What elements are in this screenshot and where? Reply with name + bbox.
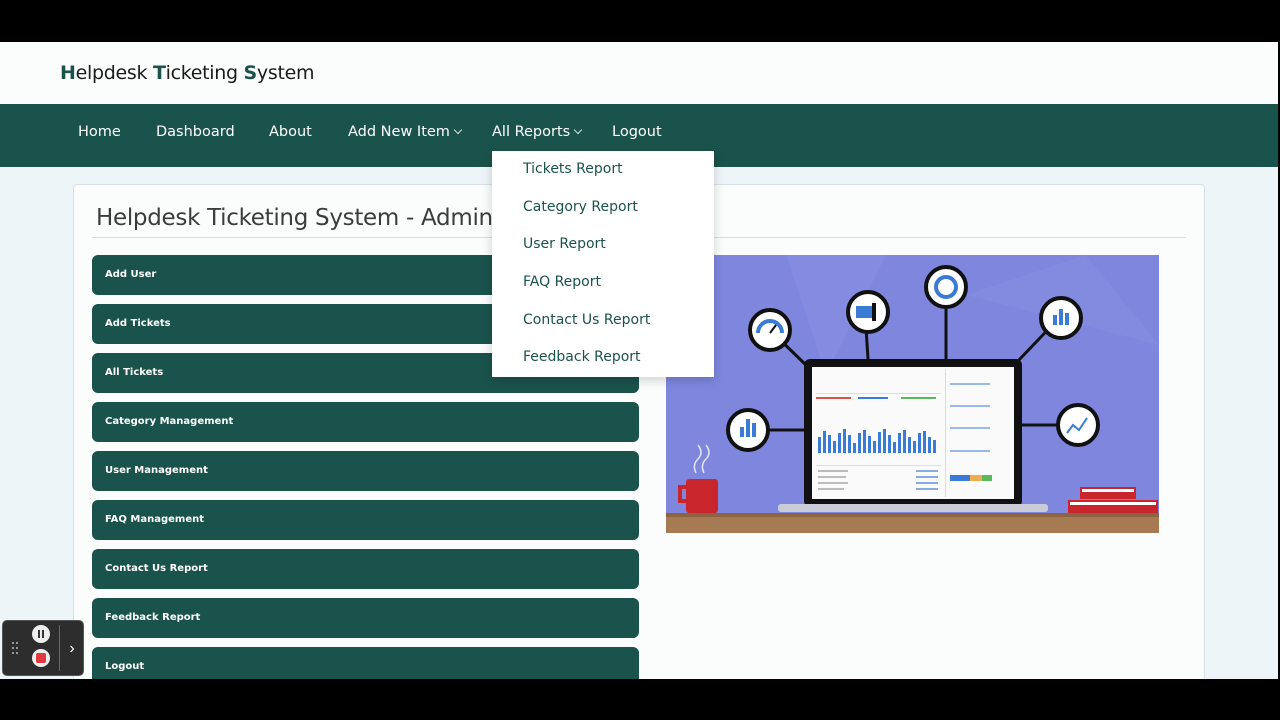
brand-letter-s: S [243, 62, 258, 84]
laptop-icon [778, 359, 1048, 512]
dropdown-item-feedback-report[interactable]: Feedback Report [492, 347, 714, 385]
faq-management-button[interactable]: FAQ Management [92, 500, 639, 540]
nav-logout[interactable]: Logout [612, 124, 662, 140]
dropdown-item-contact-us-report[interactable]: Contact Us Report [492, 310, 714, 348]
bar-chart-icon [1039, 296, 1083, 340]
all-reports-dropdown: Tickets Report Category Report User Repo… [492, 151, 714, 377]
dropdown-item-user-report[interactable]: User Report [492, 234, 714, 272]
brand-text-1: elpdesk [75, 62, 153, 84]
stop-icon[interactable] [32, 649, 50, 667]
donut-icon [924, 265, 968, 309]
brand-letter-t: T [152, 62, 166, 84]
nav-dashboard[interactable]: Dashboard [156, 124, 235, 140]
chevron-right-icon[interactable]: › [65, 639, 79, 659]
gauge-icon [748, 308, 792, 352]
user-management-button[interactable]: User Management [92, 451, 639, 491]
feedback-report-button[interactable]: Feedback Report [92, 598, 639, 638]
analytics-illustration [666, 255, 1159, 533]
chevron-down-icon [453, 125, 463, 135]
top-header: Helpdesk Ticketing System [0, 42, 1278, 104]
hero-illustration [666, 255, 1159, 533]
nav-about[interactable]: About [269, 124, 312, 140]
line-chart-icon [1056, 403, 1100, 447]
nav-all-reports-label: All Reports [492, 124, 571, 140]
app-screen: Helpdesk Ticketing System Home Dashboard… [0, 42, 1278, 679]
brand-text-2: icketing [165, 62, 244, 84]
bar-chart-icon [726, 408, 770, 452]
dropdown-item-category-report[interactable]: Category Report [492, 197, 714, 235]
dropdown-item-tickets-report[interactable]: Tickets Report [492, 159, 714, 197]
screen-recorder-widget: › [2, 620, 84, 676]
nav-all-reports[interactable]: All Reports [492, 124, 583, 140]
toggle-icon [846, 290, 890, 334]
nav-add-new-item[interactable]: Add New Item [348, 124, 463, 140]
logout-button[interactable]: Logout [92, 647, 639, 679]
nav-home[interactable]: Home [78, 124, 121, 140]
nav-add-new-item-label: Add New Item [348, 124, 450, 140]
divider [59, 625, 60, 671]
brand-logo[interactable]: Helpdesk Ticketing System [60, 62, 315, 84]
chevron-down-icon [573, 125, 583, 135]
drag-handle-icon[interactable] [12, 642, 20, 656]
dropdown-item-faq-report[interactable]: FAQ Report [492, 272, 714, 310]
contact-us-report-button[interactable]: Contact Us Report [92, 549, 639, 589]
category-management-button[interactable]: Category Management [92, 402, 639, 442]
brand-text-3: ystem [256, 62, 315, 84]
pause-icon[interactable] [32, 625, 50, 643]
brand-letter-h: H [60, 62, 76, 84]
